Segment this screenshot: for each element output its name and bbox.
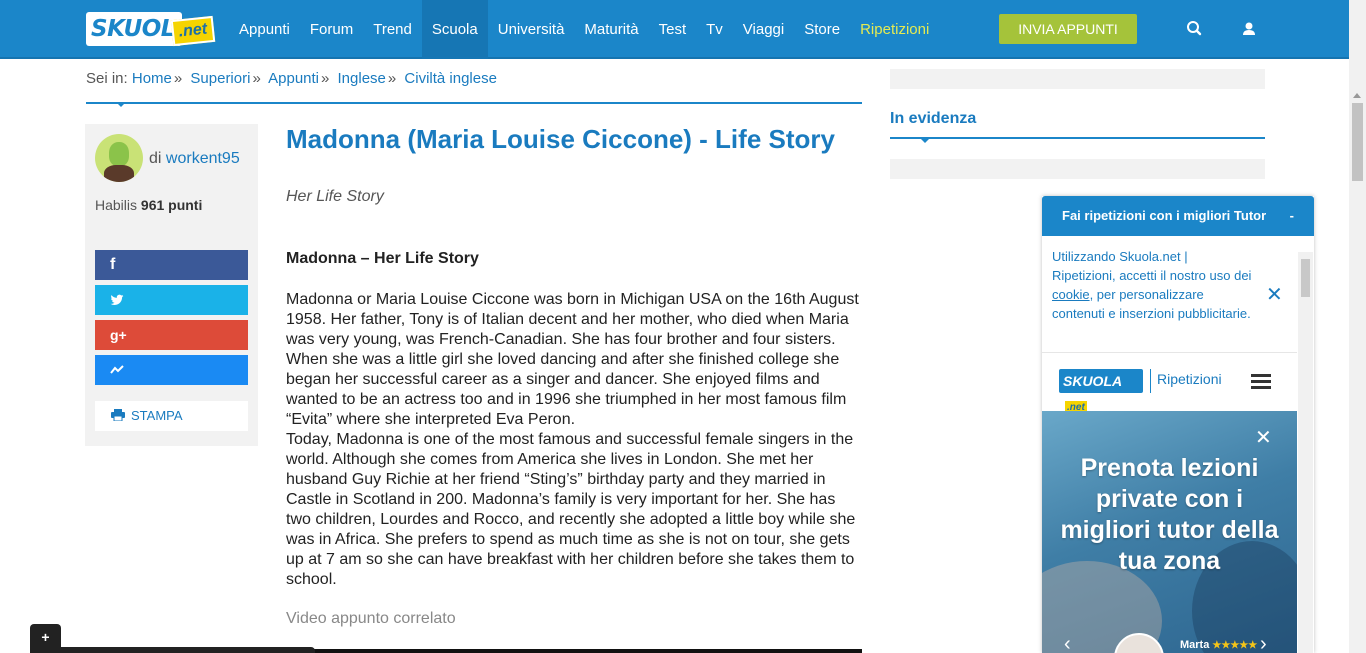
breadcrumb-sep: » — [252, 70, 261, 87]
author-panel: di workent95 Habilis 961 punti f g+ STAM… — [85, 124, 258, 446]
promo-banner[interactable]: ✕ Prenota lezioni private con i migliori… — [1042, 411, 1297, 653]
breadcrumb: Sei in: Home» Superiori» Appunti» Ingles… — [86, 70, 862, 104]
breadcrumb-sep: » — [173, 70, 183, 87]
promo-headline: Prenota lezioni private con i migliori t… — [1060, 454, 1279, 575]
article-paragraph: Madonna or Maria Louise Ciccone was born… — [286, 291, 859, 428]
logo-net-badge: .net — [170, 15, 216, 47]
ad-placeholder — [890, 159, 1265, 179]
widget-brand-bar: SKUOLA.net Ripetizioni — [1042, 352, 1297, 414]
widget-logo[interactable]: SKUOLA.net — [1059, 369, 1143, 414]
breadcrumb-superiori[interactable]: Superiori — [190, 70, 250, 87]
article-subtitle: Her Life Story — [286, 188, 384, 205]
breadcrumb-sep: » — [321, 70, 330, 87]
nav-item-ripetizioni[interactable]: Ripetizioni — [850, 0, 939, 59]
avatar-body — [104, 165, 134, 182]
tutor-name: Marta — [1180, 639, 1210, 651]
expand-tab-button[interactable]: + — [30, 624, 61, 653]
nav-item-scuola[interactable]: Scuola — [421, 0, 488, 59]
in-evidenza-heading: In evidenza — [890, 110, 1265, 139]
invia-appunti-button[interactable]: INVIA APPUNTI — [999, 14, 1137, 44]
breadcrumb-inglese[interactable]: Inglese — [338, 70, 386, 87]
tutor-stars: ★★★★★ — [1212, 640, 1258, 651]
avatar-head — [109, 142, 129, 166]
google-plus-icon: g+ — [110, 327, 127, 343]
facebook-icon: f — [110, 256, 116, 273]
promo-close-icon[interactable]: ✕ — [1255, 425, 1272, 450]
page-title: Madonna (Maria Louise Ciccone) - Life St… — [286, 124, 835, 154]
article-paragraph: Today, Madonna is one of the most famous… — [286, 431, 856, 588]
cookie-link[interactable]: cookie — [1052, 287, 1090, 302]
chevron-left-icon[interactable]: ‹ — [1064, 633, 1071, 653]
video-player[interactable] — [286, 649, 862, 653]
nav-item-universita[interactable]: Università — [488, 0, 575, 59]
nav-item-trend[interactable]: Trend — [363, 0, 422, 59]
author-byline: di workent95 — [149, 150, 240, 168]
scrollbar-thumb[interactable] — [1352, 103, 1363, 181]
ad-placeholder — [890, 69, 1265, 89]
cookie-notice: Utilizzando Skuola.net | Ripetizioni, ac… — [1052, 247, 1252, 323]
breadcrumb-home[interactable]: Home — [132, 70, 172, 87]
printer-icon — [111, 409, 125, 422]
author-rank: Habilis — [95, 197, 138, 213]
top-navbar: SKUOLA .net Appunti Forum Trend Scuola U… — [0, 0, 1366, 59]
skuola-logo[interactable]: SKUOLA .net — [86, 12, 216, 47]
widget-title: Fai ripetizioni con i migliori Tutor — [1062, 208, 1267, 223]
breadcrumb-notch — [116, 102, 126, 107]
chevron-right-icon[interactable]: › — [1260, 633, 1267, 653]
twitter-icon — [110, 294, 124, 305]
author-points: Habilis 961 punti — [95, 197, 202, 213]
messenger-icon — [110, 365, 124, 374]
nav-item-viaggi[interactable]: Viaggi — [733, 0, 794, 59]
user-icon[interactable] — [1239, 19, 1259, 39]
print-button[interactable]: STAMPA — [95, 401, 248, 431]
article-body: Madonna or Maria Louise Ciccone was born… — [286, 290, 864, 590]
widget-logo-text: SKUOLA — [1063, 373, 1123, 389]
author-name-link[interactable]: workent95 — [166, 150, 240, 167]
search-icon[interactable] — [1185, 19, 1205, 39]
avatar[interactable] — [95, 134, 143, 182]
nav-item-test[interactable]: Test — [649, 0, 697, 59]
page-scrollbar[interactable] — [1349, 0, 1366, 653]
author-points-value: 961 punti — [140, 197, 203, 213]
in-evidenza-notch — [920, 138, 930, 143]
breadcrumb-sep: » — [387, 70, 397, 87]
share-messenger-button[interactable] — [95, 355, 248, 385]
author-di: di — [149, 150, 162, 167]
widget-header[interactable]: Fai ripetizioni con i migliori Tutor - — [1042, 196, 1314, 236]
nav-item-appunti[interactable]: Appunti — [229, 0, 300, 59]
share-twitter-button[interactable] — [95, 285, 248, 315]
nav-menu: Appunti Forum Trend Scuola Università Ma… — [229, 0, 939, 59]
nav-item-forum[interactable]: Forum — [300, 0, 363, 59]
share-facebook-button[interactable]: f — [95, 250, 248, 280]
widget-divider — [1150, 369, 1151, 393]
widget-scrollbar-thumb[interactable] — [1301, 259, 1310, 297]
widget-scrollbar[interactable] — [1298, 252, 1313, 653]
bottom-bar — [60, 647, 315, 653]
share-google-button[interactable]: g+ — [95, 320, 248, 350]
nav-item-maturita[interactable]: Maturità — [574, 0, 648, 59]
cookie-close-button[interactable]: ✕ — [1266, 282, 1283, 307]
breadcrumb-appunti[interactable]: Appunti — [268, 70, 319, 87]
scroll-up-icon[interactable] — [1353, 93, 1361, 98]
tutor-info: Marta ★★★★★ — [1180, 639, 1257, 651]
widget-brand-label: Ripetizioni — [1157, 371, 1222, 387]
hamburger-menu-icon[interactable] — [1251, 374, 1271, 390]
breadcrumb-prefix: Sei in: — [86, 70, 128, 87]
widget-minimize-button[interactable]: - — [1290, 196, 1294, 236]
nav-item-tv[interactable]: Tv — [696, 0, 733, 59]
article-heading: Madonna – Her Life Story — [286, 250, 479, 267]
logo-text: SKUOLA — [86, 12, 193, 46]
breadcrumb-civilta-inglese[interactable]: Civiltà inglese — [404, 70, 497, 87]
video-label: Video appunto correlato — [286, 610, 456, 627]
tutor-widget: Fai ripetizioni con i migliori Tutor - U… — [1042, 196, 1314, 653]
print-label: STAMPA — [131, 408, 183, 423]
nav-item-store[interactable]: Store — [794, 0, 850, 59]
cookie-text-pre: Utilizzando Skuola.net | Ripetizioni, ac… — [1052, 249, 1252, 283]
